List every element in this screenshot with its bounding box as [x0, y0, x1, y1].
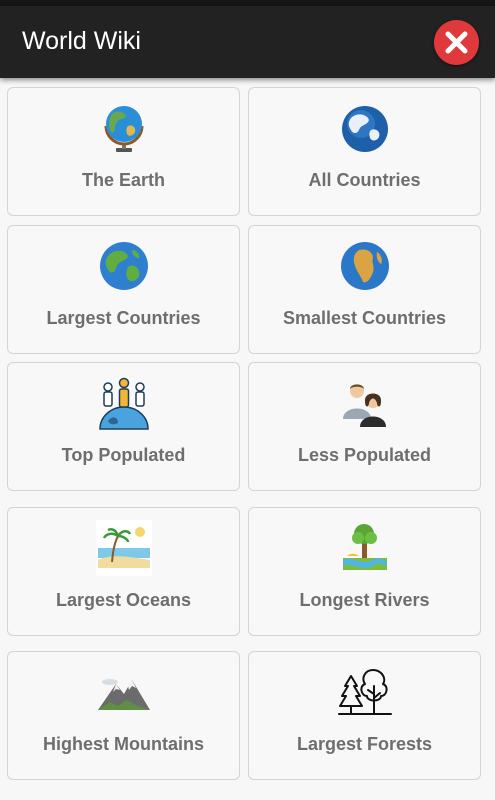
- earth-globe-icon: [99, 242, 148, 290]
- blue-globe-icon: [341, 106, 388, 152]
- people-on-globe-icon: [98, 377, 149, 430]
- card-top-populated[interactable]: Top Populated: [7, 362, 240, 491]
- card-label: Less Populated: [297, 445, 432, 465]
- two-people-icon: [342, 384, 386, 427]
- forest-trees-icon: [337, 669, 392, 715]
- globe-africa-icon: [340, 242, 389, 290]
- mountain-icon: [97, 679, 150, 710]
- card-label: Largest Forests: [296, 734, 433, 754]
- card-longest-rivers[interactable]: Longest Rivers: [248, 507, 481, 636]
- beach-ocean-icon: [95, 520, 152, 576]
- card-smallest-countries[interactable]: Smallest Countries: [248, 225, 481, 354]
- card-label: Longest Rivers: [299, 590, 430, 610]
- close-button[interactable]: [434, 20, 479, 65]
- card-largest-forests[interactable]: Largest Forests: [248, 651, 481, 780]
- card-label: All Countries: [308, 170, 421, 190]
- app-bar: World Wiki: [0, 6, 495, 78]
- river-tree-icon: [342, 524, 387, 570]
- category-grid: The Earth All Countries Largest Countrie…: [0, 78, 495, 800]
- card-less-populated[interactable]: Less Populated: [248, 362, 481, 491]
- card-label: The Earth: [81, 170, 165, 190]
- card-label: Smallest Countries: [282, 308, 447, 328]
- card-label: Largest Countries: [46, 308, 201, 328]
- card-all-countries[interactable]: All Countries: [248, 87, 481, 216]
- card-label: Largest Oceans: [55, 590, 192, 610]
- card-label: Highest Mountains: [43, 734, 204, 754]
- card-label: Top Populated: [61, 445, 186, 465]
- card-largest-countries[interactable]: Largest Countries: [7, 225, 240, 354]
- desk-globe-icon: [104, 106, 143, 152]
- app-title: World Wiki: [22, 27, 141, 55]
- card-the-earth[interactable]: The Earth: [7, 87, 240, 216]
- close-x-icon: [445, 31, 468, 54]
- card-highest-mountains[interactable]: Highest Mountains: [7, 651, 240, 780]
- card-largest-oceans[interactable]: Largest Oceans: [7, 507, 240, 636]
